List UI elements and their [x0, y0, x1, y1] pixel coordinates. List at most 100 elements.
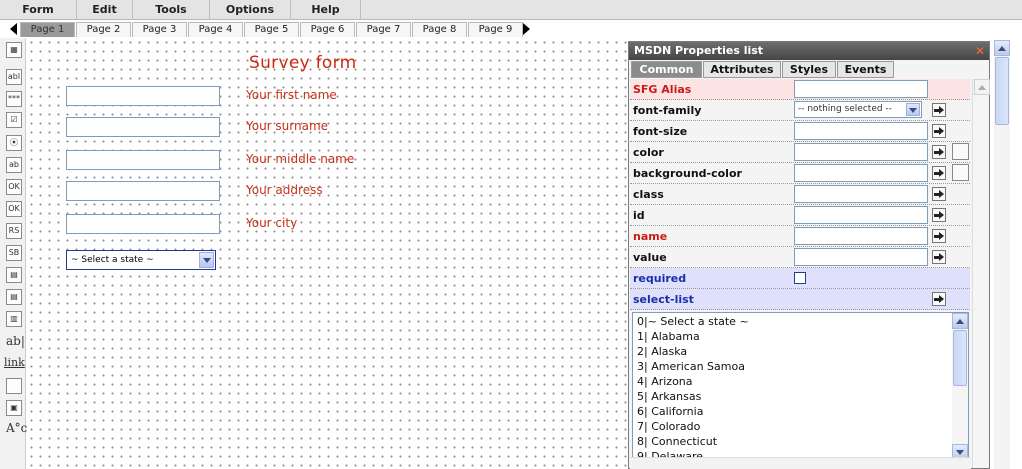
tab-page-1[interactable]: Page 1: [20, 22, 75, 37]
color-picker-swatch[interactable]: [952, 143, 969, 160]
select-list-box[interactable]: 0|~ Select a state ~1| Alabama 2| Alaska 3…: [632, 312, 969, 461]
prop-input-sfg-alias[interactable]: [794, 80, 928, 98]
prop-row-required: required: [630, 268, 970, 289]
form-label-4[interactable]: Your address: [246, 183, 323, 197]
form-text-input-4[interactable]: [66, 181, 220, 201]
apply-arrow-icon[interactable]: [932, 124, 946, 138]
list-tool-icon[interactable]: ▤: [6, 289, 22, 305]
submit-button-tool-icon[interactable]: SB: [6, 245, 22, 261]
prop-name-font-family: font-family: [633, 104, 702, 117]
panel-horizontal-scrollbar[interactable]: [630, 457, 971, 469]
panel-scroll-up-icon[interactable]: [974, 79, 990, 95]
prop-checkbox-required[interactable]: [794, 272, 806, 284]
menu-tools[interactable]: Tools: [133, 0, 210, 20]
select-list-scrollbar[interactable]: [952, 313, 968, 460]
image-tool-icon[interactable]: ▣: [6, 400, 22, 416]
list-item[interactable]: 8| Connecticut: [637, 434, 717, 449]
prop-input-class[interactable]: [794, 185, 928, 203]
scroll-thumb[interactable]: [953, 330, 967, 386]
form-tool-icon[interactable]: ▦: [6, 42, 22, 58]
list-item[interactable]: 1| Alabama: [637, 329, 700, 344]
listbox-tool-icon[interactable]: ▥: [6, 311, 22, 327]
form-text-input-2[interactable]: [66, 117, 220, 137]
password-tool-icon[interactable]: ***: [6, 91, 22, 107]
prop-input-id[interactable]: [794, 206, 928, 224]
apply-arrow-icon[interactable]: [932, 229, 946, 243]
color-picker-swatch[interactable]: [952, 164, 969, 181]
menu-help[interactable]: Help: [291, 0, 361, 20]
panel-title-bar[interactable]: MSDN Properties list ✕: [629, 42, 989, 60]
tab-page-5[interactable]: Page 5: [244, 22, 299, 37]
form-label-1[interactable]: Your first name: [246, 88, 337, 102]
apply-arrow-icon[interactable]: [932, 187, 946, 201]
prop-row-id: id: [630, 205, 970, 226]
label-tool-icon[interactable]: ab|: [6, 334, 25, 350]
radio-tool-icon[interactable]: ⦿: [6, 135, 22, 151]
list-item[interactable]: 7| Colorado: [637, 419, 700, 434]
tab-page-2[interactable]: Page 2: [76, 22, 131, 37]
button-ok-tool-icon[interactable]: OK: [6, 179, 22, 195]
tab-page-9[interactable]: Page 9: [468, 22, 523, 37]
tab-page-7[interactable]: Page 7: [356, 22, 411, 37]
scroll-up-icon[interactable]: [952, 313, 968, 329]
form-label-2[interactable]: Your surname: [246, 119, 328, 133]
form-text-input-3[interactable]: [66, 150, 220, 170]
prop-name-background-color: background-color: [633, 167, 742, 180]
list-item[interactable]: 4| Arizona: [637, 374, 693, 389]
apply-arrow-icon[interactable]: [932, 103, 946, 117]
tab-page-8[interactable]: Page 8: [412, 22, 467, 37]
form-label-3[interactable]: Your middle name: [246, 152, 354, 166]
list-item[interactable]: 0|~ Select a state ~: [637, 314, 749, 329]
menu-edit[interactable]: Edit: [77, 0, 133, 20]
frame-tool-icon[interactable]: [6, 378, 22, 394]
tab-page-6[interactable]: Page 6: [300, 22, 355, 37]
prop-input-name[interactable]: [794, 227, 928, 245]
menu-options[interactable]: Options: [210, 0, 291, 20]
tab-page-4[interactable]: Page 4: [188, 22, 243, 37]
panel-tab-attributes[interactable]: Attributes: [703, 61, 781, 78]
panel-tab-common[interactable]: Common: [631, 61, 702, 78]
apply-arrow-icon[interactable]: [932, 250, 946, 264]
reset-button-tool-icon[interactable]: RS: [6, 223, 22, 239]
link-tool-icon[interactable]: link: [4, 356, 25, 372]
panel-tab-events[interactable]: Events: [837, 61, 894, 78]
state-select-value: ~ Select a state ~: [71, 255, 154, 265]
state-select[interactable]: ~ Select a state ~: [66, 250, 216, 270]
chevron-down-icon[interactable]: [199, 252, 214, 268]
textarea-tool-icon[interactable]: ab: [6, 157, 22, 173]
prop-input-color[interactable]: [794, 143, 928, 161]
apply-arrow-icon[interactable]: [932, 166, 946, 180]
window-scrollbar[interactable]: [994, 40, 1010, 469]
panel-scrollbar[interactable]: [972, 79, 990, 468]
textbox-tool-icon[interactable]: abl: [6, 69, 22, 85]
prop-input-font-size[interactable]: [794, 122, 928, 140]
apply-arrow-icon[interactable]: [932, 208, 946, 222]
list-item[interactable]: 2| Alaska: [637, 344, 687, 359]
window-scroll-thumb[interactable]: [995, 57, 1009, 125]
prop-input-value[interactable]: [794, 248, 928, 266]
form-text-input-1[interactable]: [66, 86, 220, 106]
apply-arrow-icon[interactable]: [932, 292, 946, 306]
form-title[interactable]: Survey form: [249, 53, 356, 73]
chevron-down-icon[interactable]: [906, 103, 920, 116]
properties-panel: MSDN Properties list ✕ Common Attributes S…: [628, 41, 990, 469]
list-item[interactable]: 3| American Samoa: [637, 359, 745, 374]
tab-page-3[interactable]: Page 3: [132, 22, 187, 37]
menu-form[interactable]: Form: [0, 0, 77, 20]
form-text-input-5[interactable]: [66, 214, 220, 234]
prop-input-background-color[interactable]: [794, 164, 928, 182]
panel-tab-styles[interactable]: Styles: [782, 61, 836, 78]
apply-arrow-icon[interactable]: [932, 145, 946, 159]
form-label-5[interactable]: Your city: [246, 216, 297, 230]
close-icon[interactable]: ✕: [975, 42, 985, 60]
button-ok2-tool-icon[interactable]: OK: [6, 201, 22, 217]
spellcheck-tool-icon[interactable]: A°c: [6, 421, 27, 437]
list-item[interactable]: 6| California: [637, 404, 703, 419]
list-item[interactable]: 5| Arkansas: [637, 389, 701, 404]
prop-select-font-family[interactable]: -- nothing selected --: [794, 101, 922, 118]
page-prev-arrow-icon[interactable]: [10, 23, 17, 35]
page-next-arrow-icon[interactable]: [523, 23, 530, 35]
window-scroll-up-icon[interactable]: [994, 40, 1010, 56]
checkbox-tool-icon[interactable]: ☑: [6, 112, 22, 128]
select-tool-icon[interactable]: ▤: [6, 267, 22, 283]
